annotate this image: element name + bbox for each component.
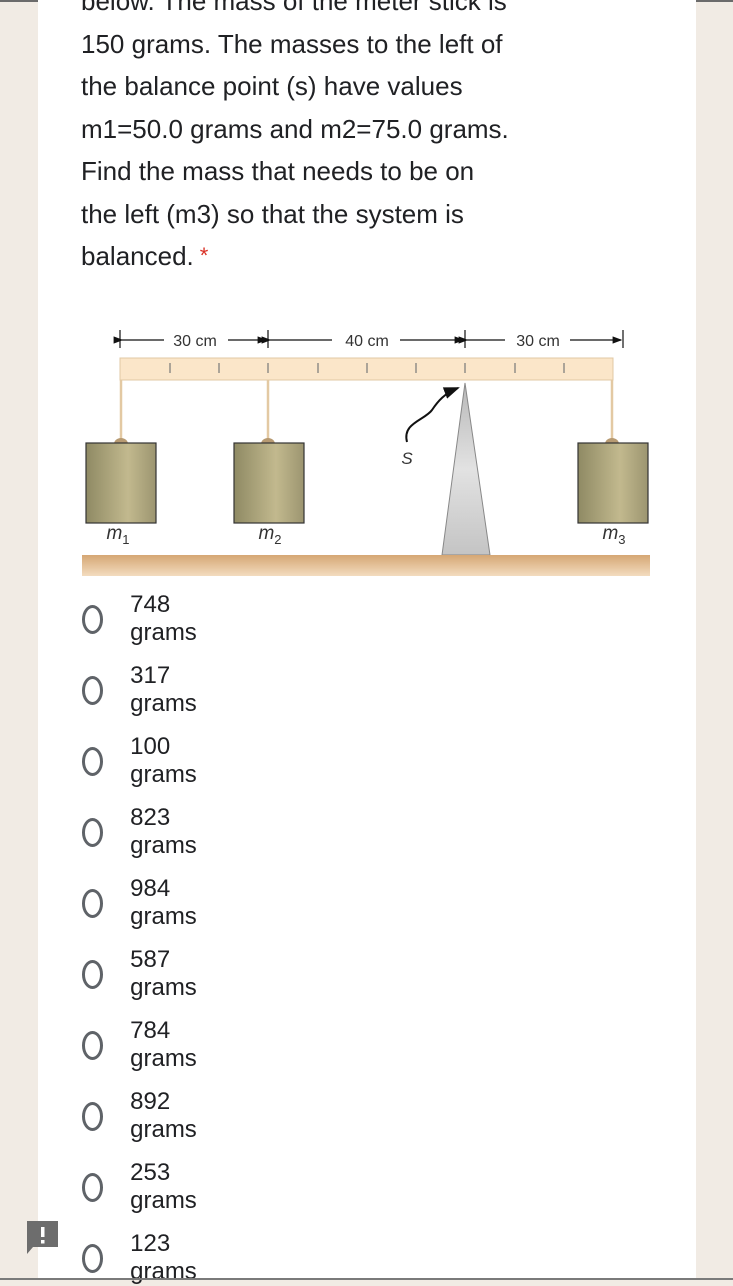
hanging-strings: [119, 380, 614, 440]
balance-diagram: 30 cm 40 cm 30 cm S m1 m2 m3: [82, 330, 650, 576]
question-text: below. The mass of the meter stick is 15…: [81, 0, 601, 278]
radio-button[interactable]: [82, 746, 104, 776]
question-line: below. The mass of the meter stick is: [81, 0, 507, 16]
option-784[interactable]: 784 grams: [80, 1017, 205, 1072]
required-asterisk: *: [199, 243, 209, 268]
option-label: 984 grams: [130, 875, 197, 930]
question-line: the balance point (s) have values: [81, 71, 463, 101]
mass-label-m1: m1: [106, 523, 129, 547]
question-line: m1=50.0 grams and m2=75.0 grams.: [81, 113, 509, 144]
mass-m2: [233, 438, 305, 524]
pivot-pointer-arrow: [405, 387, 460, 443]
option-317[interactable]: 317 grams: [80, 662, 205, 717]
option-748[interactable]: 748 grams: [80, 591, 205, 646]
radio-button[interactable]: [82, 1030, 104, 1060]
question-line: balanced.: [81, 241, 194, 271]
dim-label-1: 30 cm: [173, 333, 217, 350]
option-label: 253 grams: [130, 1159, 197, 1214]
dim-label-3: 30 cm: [516, 333, 560, 350]
option-587[interactable]: 587 grams: [80, 946, 205, 1001]
option-892[interactable]: 892 grams: [80, 1088, 205, 1143]
option-984[interactable]: 984 grams: [80, 875, 205, 930]
mass-label-base: m: [602, 523, 618, 544]
option-label: 317 grams: [130, 662, 197, 717]
mass-label-sub: 2: [274, 532, 281, 547]
question-line: Find the mass that needs to be on: [81, 156, 475, 186]
option-label: 823 grams: [130, 804, 197, 859]
question-line: the left (m3) so that the system is: [81, 198, 464, 229]
feedback-exclamation-icon[interactable]: [25, 1219, 60, 1255]
question-line-last: balanced. *: [81, 235, 601, 278]
option-123[interactable]: 123 grams: [80, 1230, 205, 1285]
radio-button[interactable]: [82, 675, 104, 705]
radio-button[interactable]: [82, 604, 104, 634]
radio-button[interactable]: [82, 817, 104, 847]
option-label: 100 grams: [130, 733, 197, 788]
mass-label-m3: m3: [602, 523, 625, 547]
option-label: 892 grams: [130, 1088, 197, 1143]
mass-label-sub: 1: [122, 532, 129, 547]
radio-button[interactable]: [82, 1101, 104, 1131]
mass-m1: [85, 438, 157, 524]
mass-m3: [577, 438, 649, 524]
mass-label-base: m: [258, 523, 274, 544]
pivot-label: S: [401, 449, 413, 468]
option-100[interactable]: 100 grams: [80, 733, 205, 788]
floor: [82, 555, 650, 576]
option-label: 748 grams: [130, 591, 197, 646]
mass-label-base: m: [106, 523, 122, 544]
radio-button[interactable]: [82, 959, 104, 989]
option-label: 587 grams: [130, 946, 197, 1001]
question-line: 150 grams. The masses to the left of: [81, 28, 503, 59]
radio-button[interactable]: [82, 1172, 104, 1202]
radio-button[interactable]: [82, 888, 104, 918]
radio-button[interactable]: [82, 1243, 104, 1273]
option-823[interactable]: 823 grams: [80, 804, 205, 859]
option-label: 784 grams: [130, 1017, 197, 1072]
pivot-fulcrum: [441, 382, 491, 556]
mass-label-sub: 3: [618, 532, 625, 547]
dim-label-2: 40 cm: [345, 333, 389, 350]
option-253[interactable]: 253 grams: [80, 1159, 205, 1214]
mass-label-m2: m2: [258, 523, 281, 547]
